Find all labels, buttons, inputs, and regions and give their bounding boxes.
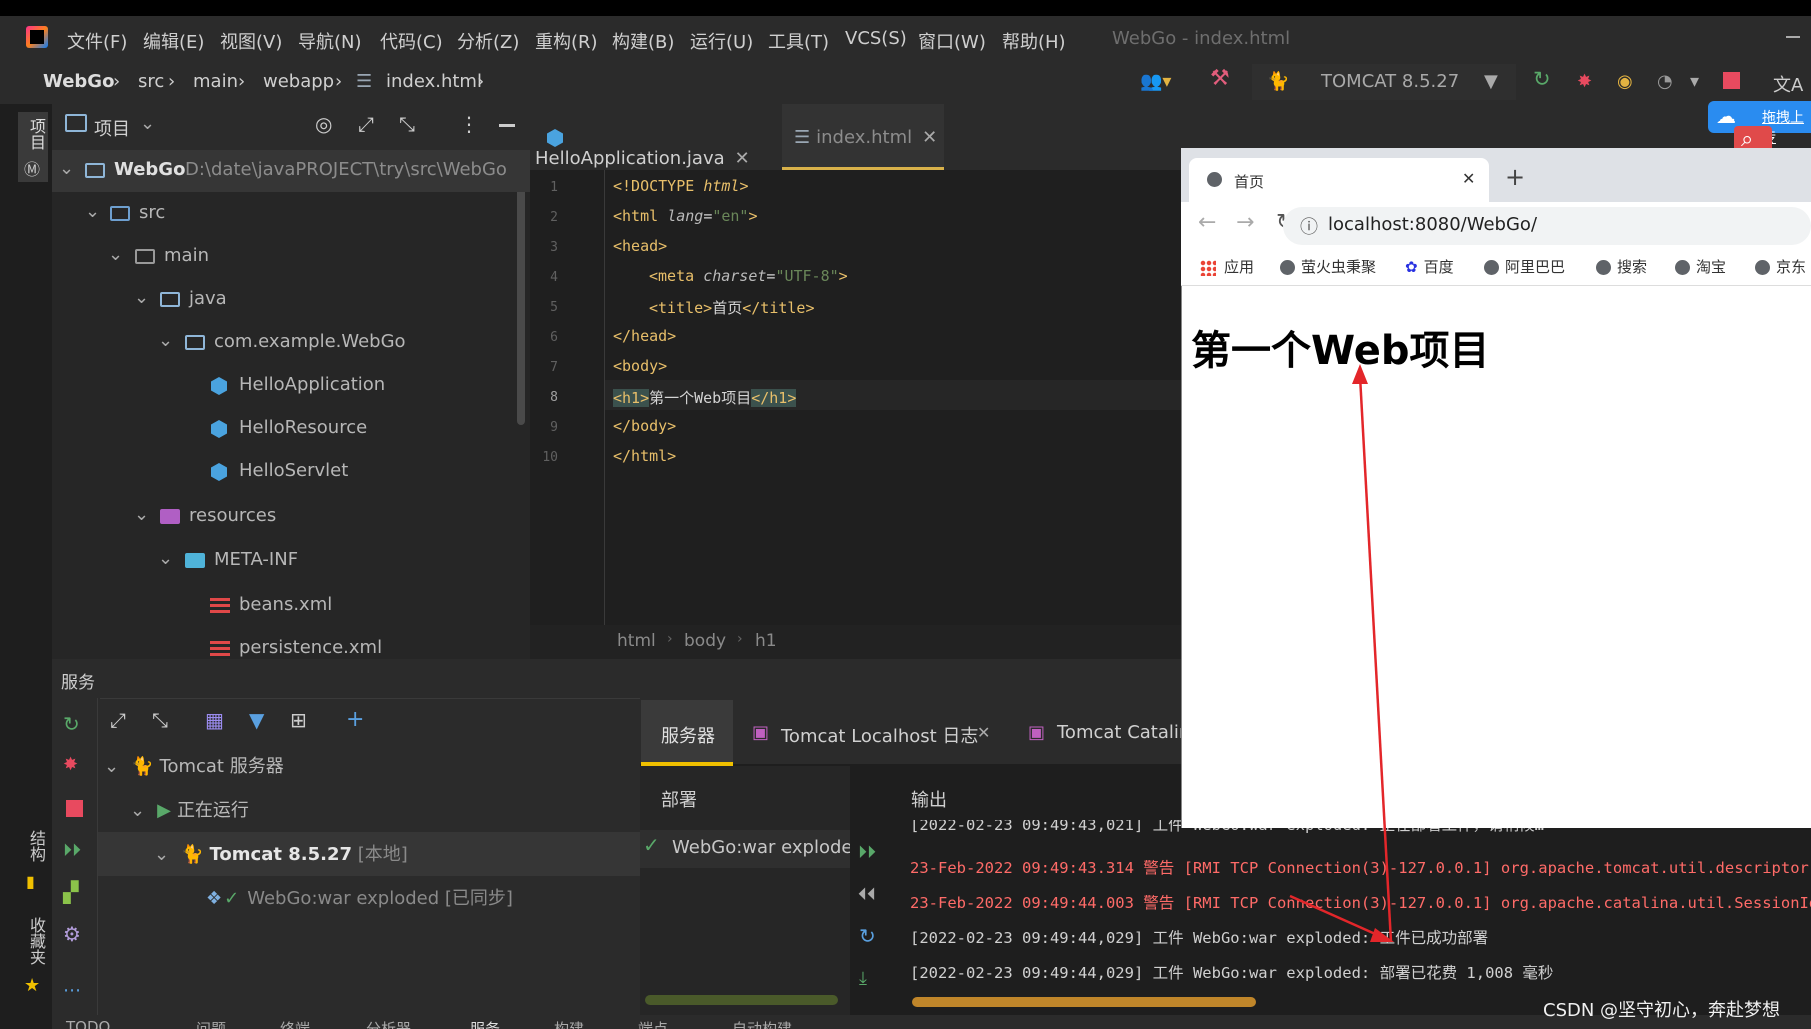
annotation-arrow xyxy=(1289,364,1394,943)
